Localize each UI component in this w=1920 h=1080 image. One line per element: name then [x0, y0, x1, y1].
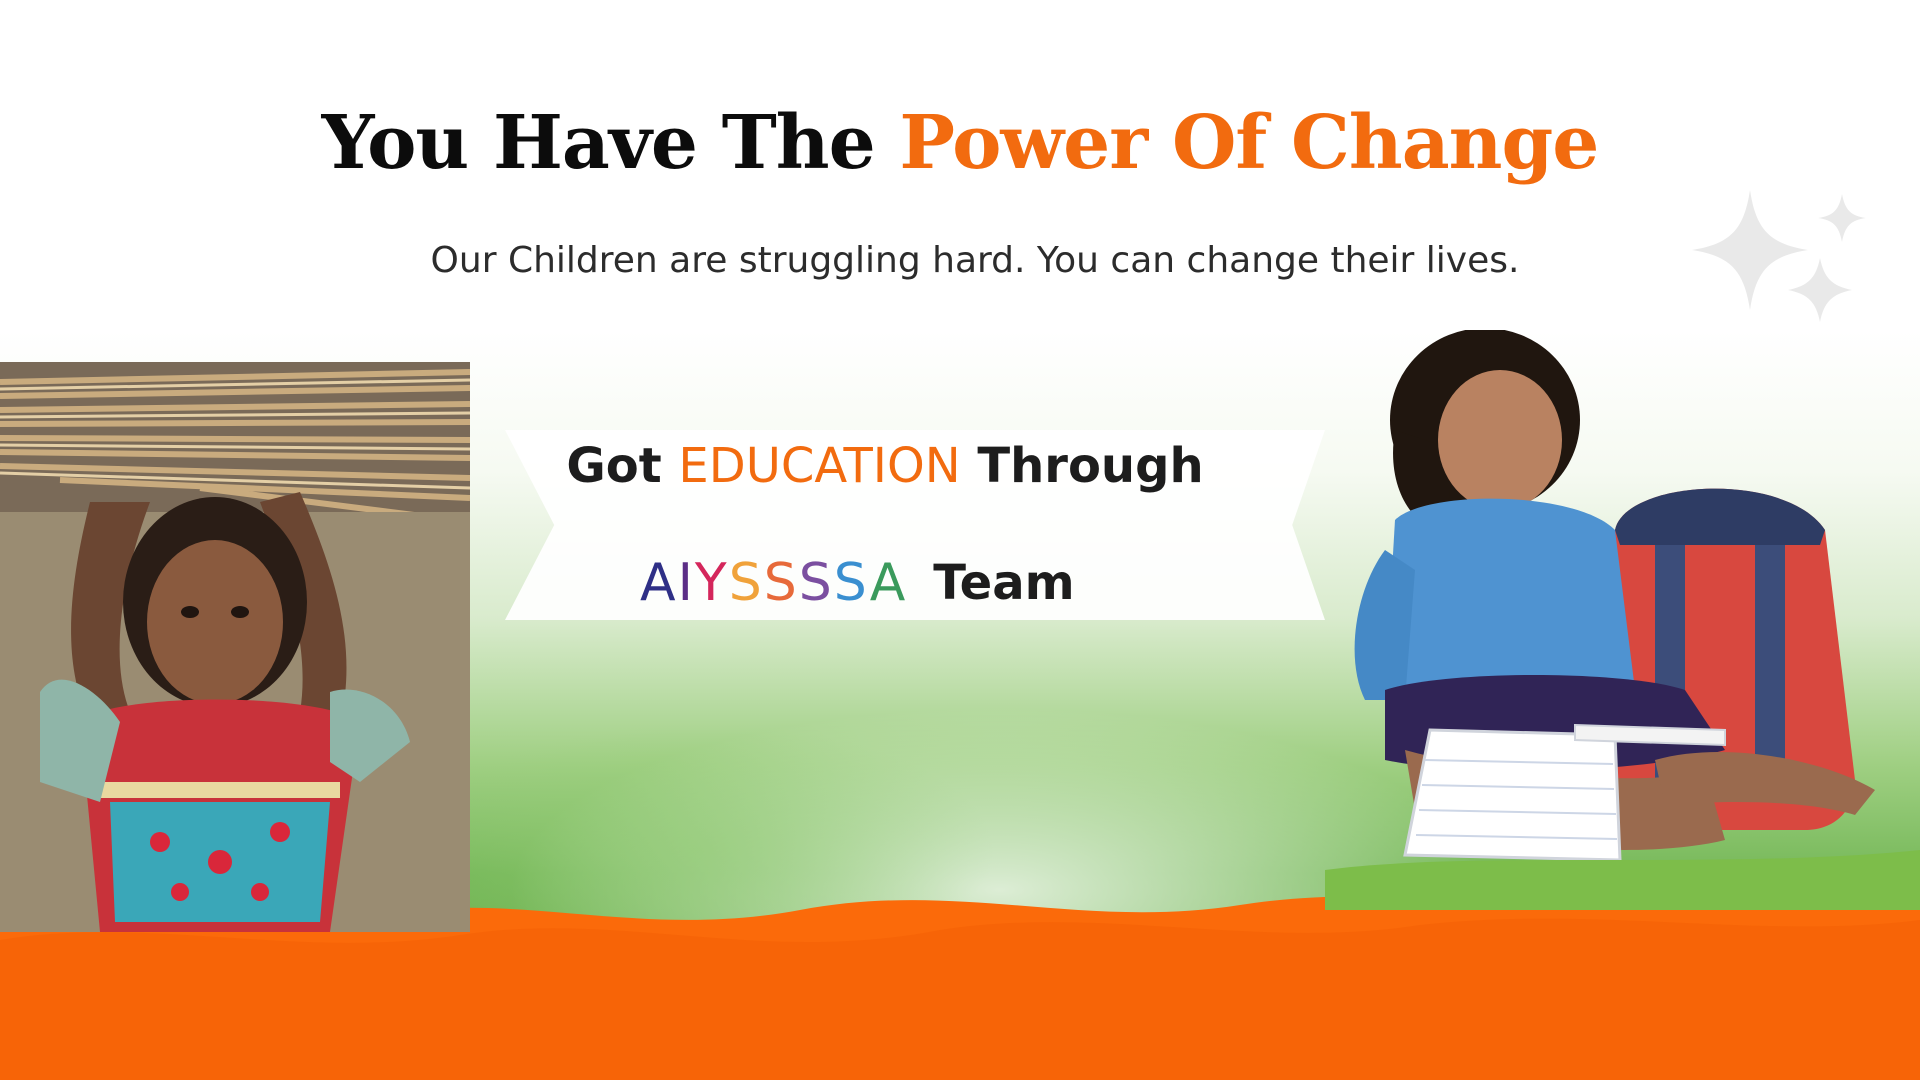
- title-part-1: You Have The: [321, 100, 876, 186]
- ribbon-line-1: Got EDUCATION Through: [505, 438, 1265, 494]
- brand-letter-7: A: [869, 553, 908, 613]
- brand-letter-3: S: [728, 553, 764, 613]
- page-title: You Have The Power Of Change: [0, 100, 1920, 186]
- brand-letter-0: A: [640, 553, 678, 613]
- brand-letter-2: Y: [694, 553, 729, 613]
- sparkles-icon: [1692, 190, 1866, 322]
- ribbon-highlight: EDUCATION: [678, 438, 961, 494]
- ribbon-prefix: Got: [566, 438, 662, 494]
- ribbon-suffix: Through: [977, 438, 1204, 494]
- child-carrying-sticks-photo: [0, 362, 470, 932]
- ribbon-line-2: AIYSSSSA Team: [640, 548, 1160, 618]
- ribbon-team-label: Team: [933, 555, 1075, 611]
- brand-logo-text: AIYSSSSA: [640, 553, 907, 613]
- donation-banner: You Have The Power Of Change Our Childre…: [0, 0, 1920, 1080]
- brand-letter-5: S: [798, 553, 834, 613]
- child-studying-photo: [1325, 330, 1920, 910]
- brand-letter-4: S: [763, 553, 799, 613]
- title-part-2-accent: Power Of Change: [899, 100, 1599, 186]
- brand-letter-1: I: [677, 553, 695, 613]
- subtitle: Our Children are struggling hard. You ca…: [430, 240, 1520, 281]
- brand-letter-6: S: [833, 553, 870, 613]
